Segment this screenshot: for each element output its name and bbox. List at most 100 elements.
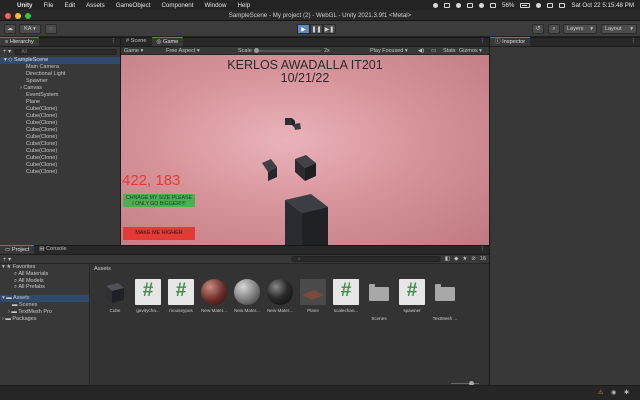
tab-inspector[interactable]: ⓘ Inspector	[490, 37, 531, 46]
favorite-item[interactable]: ⌕ All Models	[0, 278, 89, 285]
wifi-icon[interactable]	[536, 2, 542, 8]
hierarchy-item[interactable]: Cube(Clone)	[0, 127, 120, 134]
menu-assets[interactable]: Assets	[86, 2, 105, 9]
menu-component[interactable]: Component	[161, 2, 193, 9]
control-center-icon[interactable]	[559, 2, 566, 8]
asset-item[interactable]: New Mater...	[231, 279, 263, 313]
menu-gameobject[interactable]: GameObject	[116, 2, 151, 9]
hierarchy-item[interactable]: Plane	[0, 99, 120, 106]
create-asset-button[interactable]: + ▾	[3, 256, 11, 263]
hierarchy-search-input[interactable]: All	[14, 48, 117, 55]
menu-help[interactable]: Help	[237, 2, 250, 9]
panel-menu-icon[interactable]: ⋮	[630, 37, 640, 46]
hidden-packages-icon[interactable]: ⊘	[471, 256, 476, 262]
mute-icon[interactable]: ◀)	[418, 47, 424, 55]
maximize-window-icon[interactable]	[25, 13, 31, 19]
collab-icon[interactable]: ◌	[45, 24, 57, 34]
make-higher-button[interactable]: MAKE ME HIGHER	[123, 227, 195, 240]
hierarchy-item[interactable]: › Canvas	[0, 85, 120, 92]
favorites-header[interactable]: ▾ ★ Favorites	[0, 264, 89, 271]
account-dropdown[interactable]: KA ▾	[19, 24, 41, 34]
slider-handle[interactable]	[254, 48, 259, 53]
menu-window[interactable]: Window	[204, 2, 226, 9]
bluetooth-icon[interactable]	[479, 2, 484, 8]
panel-menu-icon[interactable]: ⋮	[479, 37, 489, 46]
favorite-item[interactable]: ⌕ All Materials	[0, 271, 89, 278]
asset-item[interactable]: # mouseypos	[165, 279, 197, 313]
assets-folder-row[interactable]: ▾ ▬ Assets	[0, 295, 89, 302]
aspect-dropdown[interactable]: Free Aspect ▾	[166, 47, 200, 55]
breadcrumb[interactable]: Assets	[94, 266, 111, 272]
star-icon[interactable]: ★	[462, 256, 467, 262]
display-icon[interactable]: ▭	[431, 47, 436, 55]
keyboard-icon[interactable]	[490, 2, 496, 8]
asset-item[interactable]: # scalechan...	[330, 279, 362, 313]
tab-hierarchy[interactable]: ≡ Hierarchy	[0, 37, 39, 46]
battery-icon[interactable]	[520, 2, 531, 8]
step-button[interactable]: ▶❚	[323, 24, 336, 34]
menu-edit[interactable]: Edit	[64, 2, 75, 9]
panel-menu-icon[interactable]: ⋮	[110, 37, 120, 46]
resize-button[interactable]: CHNAGE MY SIZE PLEASE I ONLY GO BIGGER!!…	[123, 194, 195, 207]
siri-icon[interactable]	[456, 2, 461, 8]
menu-file[interactable]: File	[43, 2, 53, 9]
stats-button[interactable]: Stats	[443, 47, 456, 55]
display-dropdown[interactable]: Game ▾	[124, 47, 143, 55]
asset-item[interactable]: # spawner	[396, 279, 428, 313]
hierarchy-item[interactable]: EventSystem	[0, 92, 120, 99]
hierarchy-item[interactable]: Cube(Clone)	[0, 155, 120, 162]
asset-item[interactable]: Scenes	[363, 279, 395, 321]
pause-button[interactable]: ❚❚	[310, 24, 323, 34]
close-window-icon[interactable]	[5, 13, 11, 19]
game-view[interactable]: KERLOS AWADALLA IT201 10/21/22 422, 183 …	[121, 55, 489, 245]
menubar-clock[interactable]: Sat Oct 22 5:15:48 PM	[571, 2, 634, 9]
hierarchy-item[interactable]: Cube(Clone)	[0, 148, 120, 155]
tab-console[interactable]: ▤ Console	[34, 245, 71, 254]
thumbnail-size-slider[interactable]	[451, 381, 479, 386]
hierarchy-item[interactable]: Cube(Clone)	[0, 162, 120, 169]
hierarchy-item[interactable]: Cube(Clone)	[0, 169, 120, 176]
play-button[interactable]: ▶	[297, 24, 310, 34]
screen-record-icon[interactable]	[467, 2, 473, 8]
folder-row[interactable]: › ▬ TextMesh Pro	[0, 309, 89, 316]
debug-icon[interactable]: ✱	[624, 389, 629, 396]
asset-item[interactable]: TextMesh ...	[429, 279, 461, 321]
layers-dropdown[interactable]: Layers ▾	[563, 24, 597, 34]
hierarchy-item[interactable]: Spawner	[0, 78, 120, 85]
hierarchy-scene-row[interactable]: ▾ ◇ SampleScene	[0, 57, 120, 64]
scale-slider[interactable]	[254, 48, 321, 53]
filter-label-icon[interactable]: ◆	[454, 256, 458, 262]
asset-item[interactable]: Cube	[99, 279, 131, 313]
hierarchy-item[interactable]: Cube(Clone)	[0, 134, 120, 141]
folder-row[interactable]: ▬ Scenes	[0, 302, 89, 309]
hierarchy-item[interactable]: Cube(Clone)	[0, 113, 120, 120]
search-icon[interactable]: ⌕	[548, 24, 560, 34]
cloud-icon[interactable]: ☁	[4, 24, 16, 34]
packages-row[interactable]: › ▬ Packages	[0, 316, 89, 323]
filter-type-icon[interactable]: ◧	[445, 256, 450, 262]
project-search-input[interactable]: ⌕	[290, 256, 441, 262]
layout-dropdown[interactable]: Layout ▾	[601, 24, 637, 34]
asset-item[interactable]: New Mater...	[264, 279, 296, 313]
play-focused-dropdown[interactable]: Play Focused ▾	[370, 47, 408, 55]
hierarchy-item[interactable]: Directional Light	[0, 71, 120, 78]
progress-icon[interactable]: ◉	[611, 389, 616, 396]
spotlight-icon[interactable]	[547, 2, 554, 8]
tab-project[interactable]: ▭ Project	[0, 245, 35, 254]
warning-icon[interactable]: ⚠	[598, 389, 603, 396]
panel-menu-icon[interactable]: ⋮	[479, 245, 489, 254]
tab-game[interactable]: ◎ Game	[151, 37, 184, 46]
tab-scene[interactable]: # Scene	[121, 37, 152, 46]
hierarchy-item[interactable]: Cube(Clone)	[0, 106, 120, 113]
display-icon[interactable]	[444, 2, 450, 8]
menu-app-unity[interactable]: Unity	[17, 2, 32, 9]
favorite-item[interactable]: ⌕ All Prefabs	[0, 284, 89, 291]
history-icon[interactable]: ↺	[532, 24, 544, 34]
add-object-button[interactable]: + ▾	[3, 48, 11, 55]
minimize-window-icon[interactable]	[15, 13, 21, 19]
hierarchy-item[interactable]: Cube(Clone)	[0, 141, 120, 148]
asset-item[interactable]: New Mater...	[198, 279, 230, 313]
gizmos-dropdown[interactable]: Gizmos ▾	[459, 47, 482, 55]
asset-item[interactable]: Plane	[297, 279, 329, 313]
asset-item[interactable]: # gavitycha...	[132, 279, 164, 313]
